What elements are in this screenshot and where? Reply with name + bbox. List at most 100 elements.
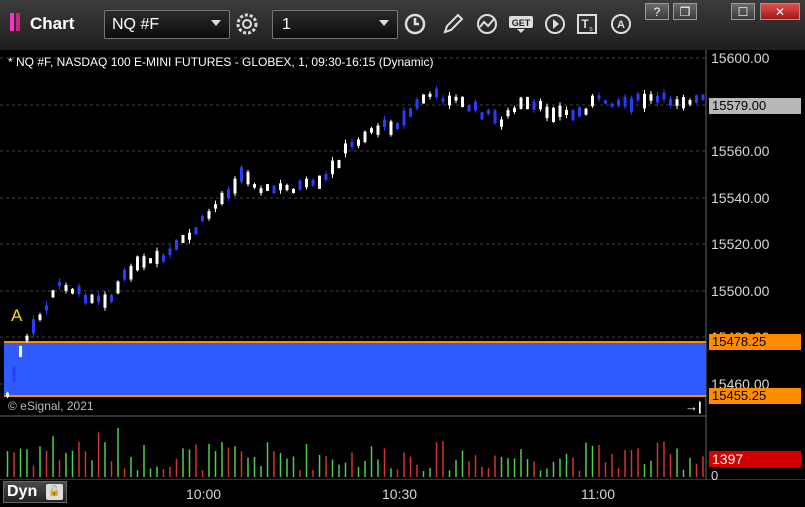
svg-text:GET: GET: [512, 18, 531, 28]
candle-body: [578, 107, 581, 117]
candle-body: [71, 288, 74, 294]
zone-low-tag: 15455.25: [709, 388, 801, 404]
candle-body: [45, 305, 48, 311]
candle-body: [25, 335, 29, 341]
candle-body: [129, 265, 133, 280]
candle-body: [350, 141, 354, 147]
restore-button[interactable]: ❐: [673, 3, 697, 20]
marker-a: A: [11, 306, 23, 325]
y-label: 15500.00: [711, 283, 770, 299]
candle-body: [285, 184, 289, 191]
candle-body: [6, 392, 9, 398]
candle-body: [90, 294, 94, 303]
candle-body: [682, 97, 685, 109]
maximize-button[interactable]: ☐: [731, 3, 755, 20]
help-button[interactable]: ?: [645, 3, 669, 20]
candle-body: [571, 109, 575, 121]
candle-body: [396, 123, 399, 130]
candle-body: [116, 281, 120, 294]
candle-body: [337, 160, 341, 169]
candle-body: [558, 105, 562, 117]
candle-body: [214, 204, 217, 209]
candle-body: [136, 256, 139, 271]
chevron-down-icon[interactable]: [211, 20, 221, 26]
pencil-icon[interactable]: [438, 10, 468, 38]
candle-body: [617, 99, 620, 106]
candle-body: [181, 234, 185, 243]
candle-body: [58, 282, 61, 287]
candle-body: [311, 179, 315, 186]
svg-text:s: s: [589, 26, 593, 33]
candle-body: [227, 189, 230, 199]
candle-body: [630, 98, 633, 112]
play-icon[interactable]: [540, 10, 570, 38]
lock-icon[interactable]: 🔓: [46, 484, 63, 500]
candle-body: [604, 100, 607, 104]
close-button[interactable]: ✕: [760, 3, 800, 20]
candle-body: [487, 109, 490, 115]
price-zone: [4, 342, 706, 396]
candle-body: [474, 101, 477, 111]
candle-body: [623, 96, 627, 107]
y-label: 15520.00: [711, 236, 770, 252]
candle-body: [240, 167, 243, 182]
candle-body: [175, 239, 178, 251]
candle-body: [188, 232, 191, 240]
chevron-down-icon[interactable]: [379, 20, 389, 26]
time-label: 10:00: [186, 486, 222, 502]
candle-body: [259, 188, 263, 194]
candle-body: [376, 125, 380, 135]
alert-icon[interactable]: A: [606, 10, 636, 38]
dyn-button[interactable]: Dyn 🔓: [3, 481, 67, 503]
candle-body: [155, 250, 159, 264]
candle-body: [500, 119, 503, 127]
symbol-input[interactable]: NQ #F: [104, 10, 230, 39]
scroll-end-icon[interactable]: →|: [685, 399, 702, 414]
get-icon[interactable]: GET: [506, 10, 536, 38]
candle-body: [389, 121, 393, 135]
study-icon[interactable]: [472, 10, 502, 38]
candle-body: [51, 290, 55, 298]
candle-body: [168, 248, 172, 256]
window-title: Chart: [30, 14, 75, 33]
dyn-label: Dyn: [7, 483, 38, 500]
y-label: 15540.00: [711, 190, 770, 206]
candle-body: [662, 92, 666, 100]
candle-body: [428, 93, 432, 97]
time-label: 10:30: [382, 486, 418, 502]
candle-body: [415, 99, 419, 109]
candle-body: [324, 174, 328, 180]
candle-body: [64, 285, 68, 291]
candle-body: [656, 95, 659, 103]
zone-high-tag: 15478.25: [709, 334, 801, 350]
text-icon[interactable]: Ts: [572, 10, 602, 38]
candle-body: [149, 258, 152, 264]
candle-body: [142, 256, 146, 268]
candle-body: [402, 110, 406, 126]
time-label: 11:00: [581, 486, 615, 502]
svg-text:T: T: [581, 17, 589, 31]
candle-body: [552, 107, 555, 122]
candle-body: [597, 95, 601, 99]
chart-area[interactable]: [0, 50, 805, 507]
candle-body: [123, 269, 126, 280]
svg-text:A: A: [617, 19, 625, 31]
candle-body: [331, 160, 334, 175]
candle-body: [19, 346, 22, 357]
last-price-tag: 15579.00: [709, 98, 801, 114]
candle-body: [591, 95, 594, 107]
candle-body: [454, 96, 458, 101]
candle-body: [220, 192, 224, 204]
candle-body: [584, 108, 588, 115]
gear-icon[interactable]: [232, 10, 262, 38]
candle-body: [493, 110, 497, 124]
candle-body: [441, 98, 445, 102]
candle-body: [194, 227, 198, 235]
candle-body: [422, 94, 425, 104]
candle-body: [233, 178, 237, 194]
candle-body: [272, 185, 276, 194]
interval-input[interactable]: 1: [272, 10, 398, 39]
candle-body: [526, 96, 529, 110]
candle-body: [344, 143, 347, 154]
clock-icon[interactable]: [400, 10, 430, 38]
